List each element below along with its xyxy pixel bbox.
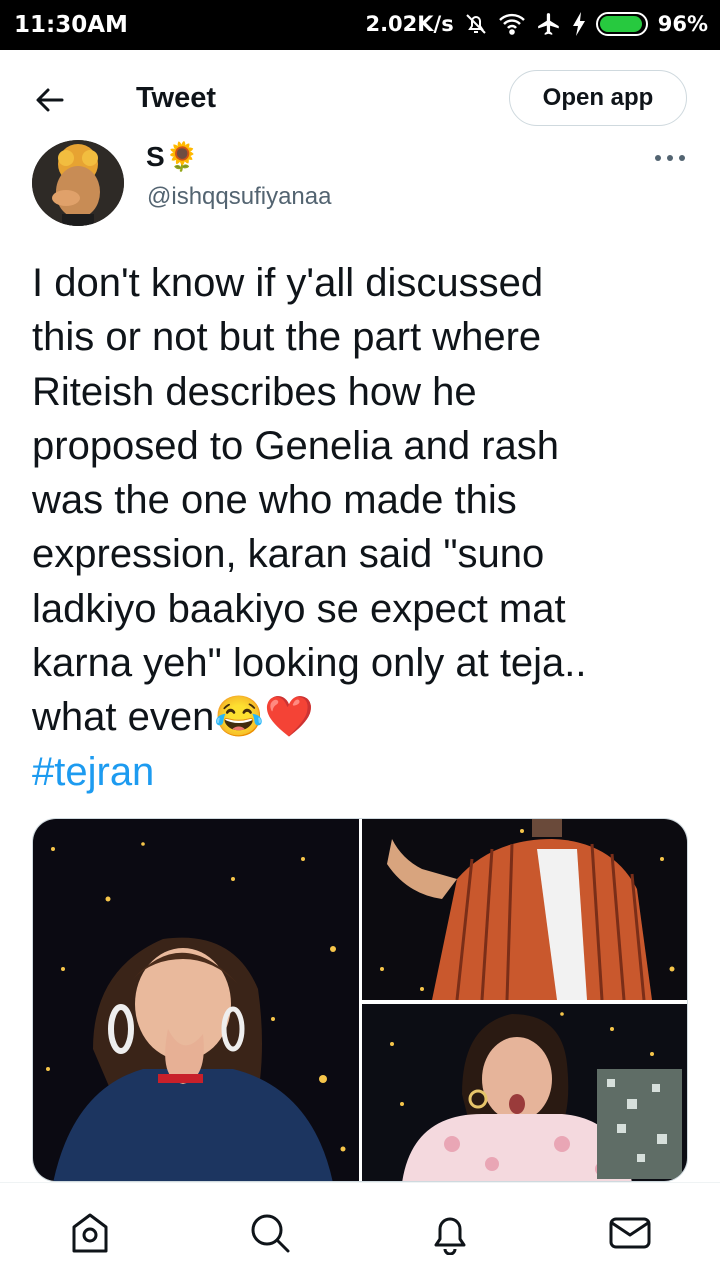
notifications-icon — [434, 1217, 466, 1256]
status-icons: 2.02K/s 96% — [365, 11, 708, 37]
open-app-button[interactable]: Open app — [509, 70, 687, 126]
author-handle[interactable]: @ishqqsufiyanaa — [147, 183, 331, 211]
back-button[interactable] — [34, 84, 66, 116]
battery-icon — [595, 12, 648, 36]
tweet-text-line: expression, karan said "suno — [32, 532, 545, 577]
nav-notifications-button[interactable] — [428, 1211, 472, 1256]
tweet-text-line: what even😂❤️ — [32, 695, 314, 740]
home-icon — [72, 1213, 108, 1253]
nav-home-button[interactable] — [68, 1211, 112, 1255]
more-button[interactable] — [652, 148, 688, 168]
status-time: 11:30AM — [14, 12, 128, 38]
wifi-icon — [498, 12, 526, 36]
messages-icon — [609, 1217, 651, 1249]
bottom-nav — [0, 1182, 720, 1281]
battery-fill — [599, 16, 642, 32]
tweet-text-line: proposed to Genelia and rash — [32, 423, 560, 468]
tweet-text-line: was the one who made this — [32, 478, 517, 523]
tweet-text: I don't know if y'all discussed this or … — [32, 256, 692, 799]
nav-search-button[interactable] — [248, 1211, 292, 1255]
tweet-text-line: this or not but the part where — [32, 315, 542, 360]
avatar[interactable] — [32, 140, 124, 226]
more-horizontal-icon — [655, 155, 685, 161]
tweet-text-line: I don't know if y'all discussed — [32, 261, 544, 305]
tweet-text-line: Riteish describes how he — [32, 369, 477, 414]
network-speed: 2.02K/s — [365, 12, 454, 36]
mute-icon — [464, 12, 488, 36]
tweet-photo-2[interactable] — [362, 819, 687, 1000]
tweet-text-line: ladkiyo baakiyo se expect mat — [32, 586, 566, 631]
header: Tweet Open app — [0, 50, 720, 146]
hashtag-link[interactable]: #tejran — [32, 745, 692, 799]
author-name[interactable]: S🌻 — [146, 140, 200, 173]
tweet-text-line: karna yeh" looking only at teja.. — [32, 641, 587, 686]
nav-messages-button[interactable] — [608, 1211, 652, 1255]
tweet-photo-1[interactable] — [33, 819, 359, 1181]
search-icon — [251, 1214, 290, 1253]
battery-percent: 96% — [657, 12, 708, 36]
tweet-photo-3[interactable] — [362, 1004, 687, 1181]
status-bar: 11:30AM 2.02K/s 96% — [0, 0, 720, 50]
media-grid — [32, 818, 688, 1182]
charging-icon — [572, 12, 586, 36]
arrow-left-icon — [36, 88, 64, 112]
page-title: Tweet — [136, 82, 217, 114]
airplane-icon — [536, 11, 562, 37]
